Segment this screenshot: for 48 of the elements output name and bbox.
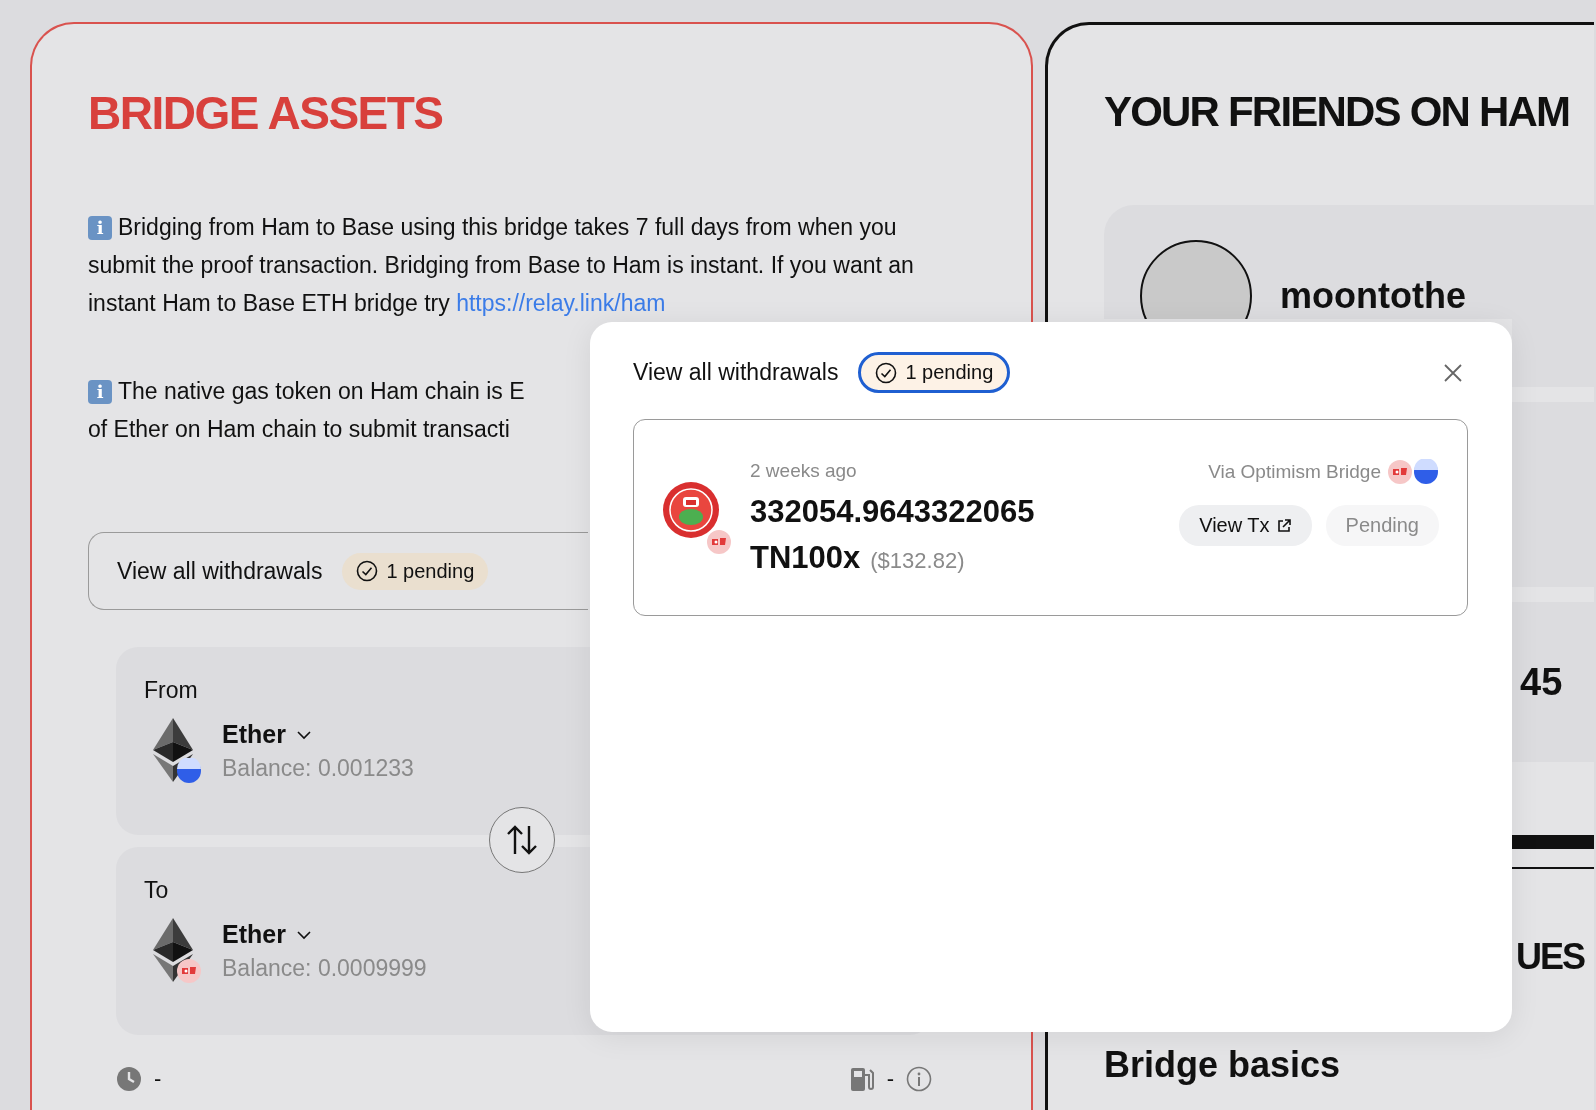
time-estimate: - bbox=[154, 1066, 162, 1092]
token-selector[interactable]: Ether bbox=[222, 920, 312, 949]
stamp-icon bbox=[706, 528, 732, 555]
close-icon[interactable] bbox=[1442, 361, 1464, 384]
card-label: To bbox=[144, 877, 169, 904]
withdrawal-amount: 332054.9643322065 bbox=[750, 493, 1035, 530]
notice-text: ℹ Bridging from Ham to Base using this bridge takes 7 full days from when you submit the proof transaction. Bridging from Base to Ham is instant. If you want an instant Ham to Base ETH bridge try https://relay.link/ham bbox=[88, 213, 915, 318]
notice-text: ℹ The native gas token on Ham chain is E bbox=[88, 372, 525, 410]
section-title: UES bbox=[1516, 936, 1585, 977]
withdrawal-time: 2 weeks ago bbox=[750, 459, 858, 482]
balance-text: Balance: 0.0009999 bbox=[222, 955, 427, 982]
token-selector[interactable]: Ether bbox=[222, 720, 312, 749]
gas-estimate: - bbox=[886, 1066, 894, 1092]
usd-value: ($132.82) bbox=[870, 547, 965, 574]
panel-title: YOUR FRIENDS ON HAM bbox=[1104, 91, 1570, 133]
external-link-icon bbox=[1275, 517, 1292, 534]
check-circle-icon bbox=[875, 361, 898, 384]
fuel-pump-icon bbox=[848, 1065, 875, 1093]
balance-text: Balance: 0.001233 bbox=[222, 755, 414, 782]
token-logo-icon bbox=[662, 480, 720, 539]
chevron-down-icon bbox=[295, 729, 312, 740]
panel-title: BRIDGE ASSETS bbox=[88, 90, 443, 136]
withdrawals-bar[interactable]: View all withdrawals 1 pending bbox=[88, 532, 588, 610]
half-circle-icon bbox=[176, 758, 202, 784]
modal-title: View all withdrawals bbox=[633, 359, 839, 386]
pending-count: 1 pending bbox=[905, 361, 994, 384]
stat-value: 45 bbox=[1520, 660, 1563, 704]
section-heading: Bridge basics bbox=[1104, 1045, 1341, 1085]
friend-name: moontothe bbox=[1280, 276, 1466, 316]
clock-icon bbox=[116, 1066, 142, 1092]
withdrawals-label: View all withdrawals bbox=[117, 557, 323, 585]
pending-badge[interactable]: 1 pending bbox=[858, 352, 1011, 393]
token-symbol: TN100x bbox=[750, 539, 861, 576]
stamp-icon bbox=[1387, 459, 1413, 485]
info-circle-icon bbox=[906, 1066, 932, 1092]
check-circle-icon bbox=[356, 560, 379, 582]
card-label: From bbox=[144, 677, 198, 704]
ether-diamond-icon bbox=[153, 918, 193, 982]
chevron-down-icon bbox=[295, 929, 312, 940]
friend-card[interactable]: moontothe bbox=[1104, 205, 1594, 319]
notice-text: of Ether on Ham chain to submit transacti bbox=[88, 415, 510, 444]
half-circle-icon bbox=[1413, 459, 1439, 485]
view-tx-button[interactable]: View Tx bbox=[1179, 505, 1312, 546]
pending-count: 1 pending bbox=[386, 559, 475, 583]
stamp-icon bbox=[176, 958, 202, 984]
ether-diamond-icon bbox=[153, 718, 193, 782]
pending-status: Pending bbox=[1325, 505, 1439, 546]
bridge-route: Via Optimism Bridge bbox=[1208, 461, 1381, 483]
